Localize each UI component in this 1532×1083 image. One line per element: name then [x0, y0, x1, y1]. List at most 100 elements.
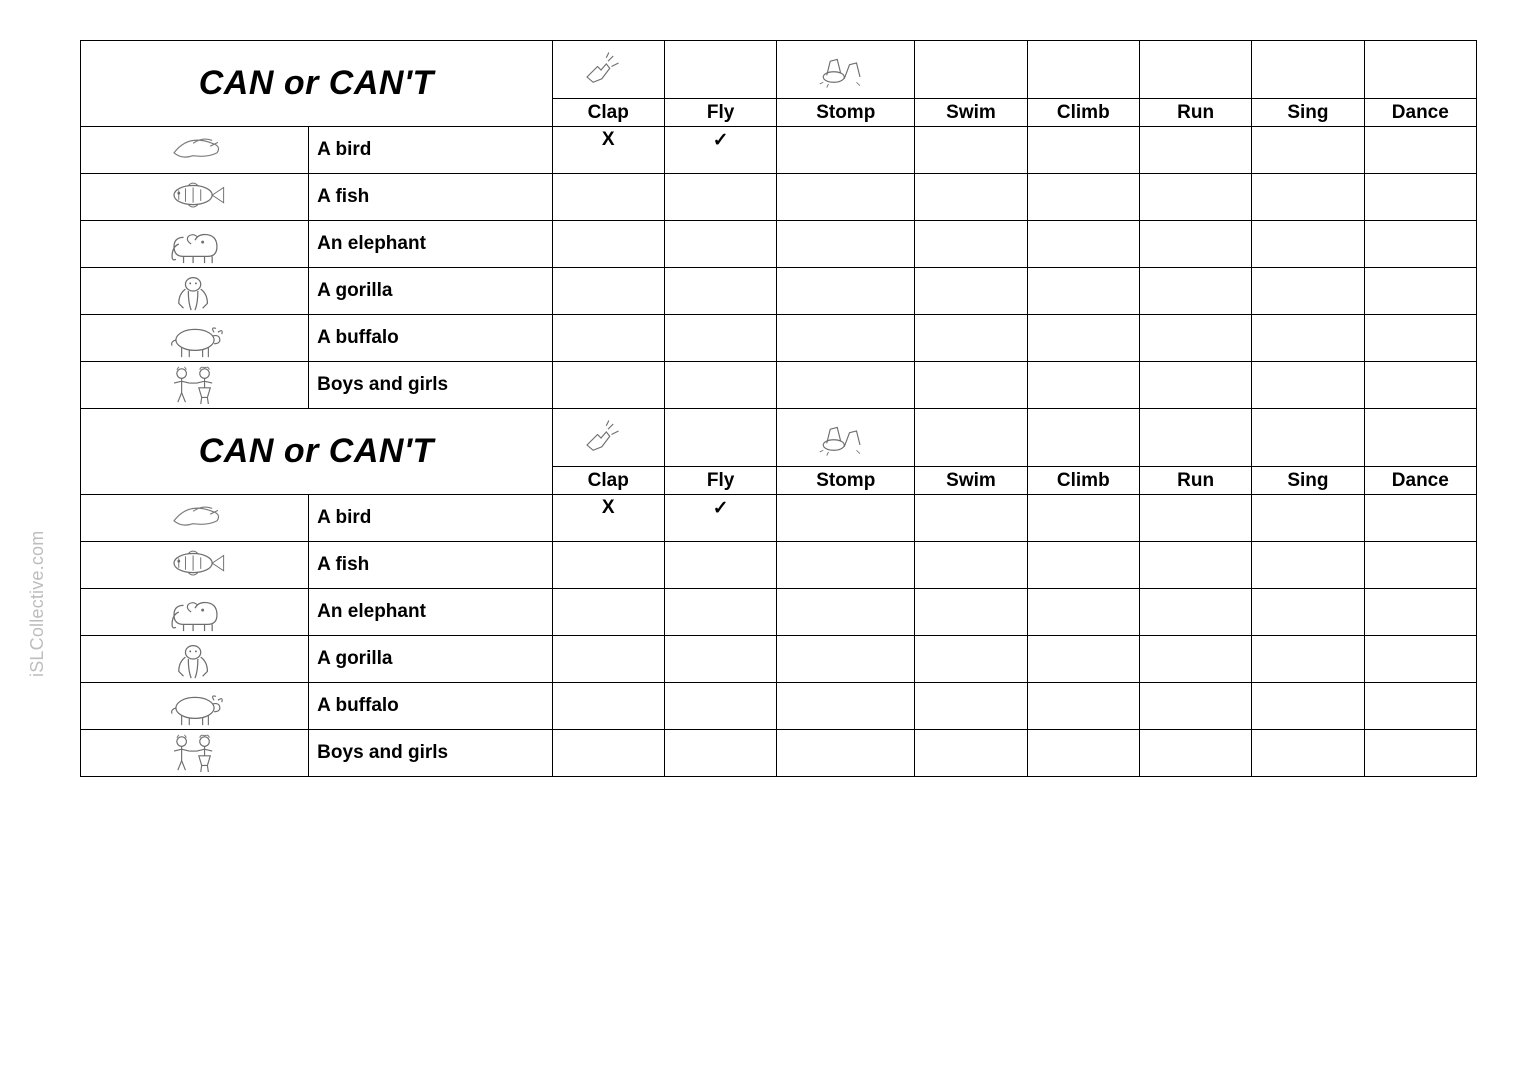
answer-cell[interactable] [1364, 127, 1476, 174]
answer-cell[interactable] [1027, 174, 1139, 221]
answer-cell[interactable] [1139, 174, 1251, 221]
answer-cell[interactable] [664, 542, 776, 589]
answer-cell[interactable] [1027, 268, 1139, 315]
answer-cell[interactable] [1027, 315, 1139, 362]
answer-cell[interactable]: X [552, 127, 664, 174]
answer-cell[interactable] [915, 127, 1027, 174]
answer-cell[interactable] [552, 730, 664, 777]
answer-cell[interactable] [777, 730, 915, 777]
answer-cell[interactable] [777, 542, 915, 589]
answer-cell[interactable] [1139, 683, 1251, 730]
answer-cell[interactable] [552, 542, 664, 589]
answer-cell[interactable] [1252, 495, 1364, 542]
answer-cell[interactable] [552, 268, 664, 315]
answer-cell[interactable] [552, 174, 664, 221]
answer-cell[interactable] [777, 221, 915, 268]
answer-cell[interactable] [552, 636, 664, 683]
answer-cell[interactable] [552, 221, 664, 268]
answer-cell[interactable] [1139, 495, 1251, 542]
answer-cell[interactable] [1364, 542, 1476, 589]
answer-cell[interactable] [915, 221, 1027, 268]
answer-cell[interactable] [1139, 127, 1251, 174]
answer-cell[interactable] [1027, 636, 1139, 683]
answer-cell[interactable] [1252, 589, 1364, 636]
answer-cell[interactable] [1252, 174, 1364, 221]
answer-cell[interactable] [1027, 730, 1139, 777]
answer-cell[interactable] [1252, 542, 1364, 589]
answer-cell[interactable] [777, 495, 915, 542]
answer-cell[interactable] [664, 174, 776, 221]
answer-cell[interactable] [552, 683, 664, 730]
answer-cell[interactable]: X [552, 495, 664, 542]
answer-cell[interactable] [915, 495, 1027, 542]
action-icon-cell [552, 409, 664, 467]
answer-cell[interactable]: ✓ [664, 495, 776, 542]
answer-cell[interactable] [915, 542, 1027, 589]
answer-cell[interactable] [1252, 636, 1364, 683]
answer-cell[interactable] [1027, 127, 1139, 174]
answer-cell[interactable] [552, 589, 664, 636]
answer-cell[interactable] [664, 589, 776, 636]
answer-cell[interactable] [777, 268, 915, 315]
answer-cell[interactable] [915, 315, 1027, 362]
answer-cell[interactable] [1364, 174, 1476, 221]
answer-cell[interactable] [1027, 362, 1139, 409]
answer-cell[interactable] [552, 362, 664, 409]
answer-cell[interactable] [1252, 683, 1364, 730]
answer-cell[interactable] [1139, 268, 1251, 315]
answer-cell[interactable] [777, 636, 915, 683]
table-row: Boys and girls [81, 730, 1477, 777]
answer-cell[interactable] [777, 683, 915, 730]
answer-cell[interactable] [552, 315, 664, 362]
answer-cell[interactable] [1027, 495, 1139, 542]
answer-cell[interactable] [1027, 589, 1139, 636]
answer-cell[interactable] [664, 636, 776, 683]
answer-cell[interactable] [915, 636, 1027, 683]
answer-cell[interactable] [1252, 221, 1364, 268]
answer-cell[interactable] [915, 174, 1027, 221]
answer-cell[interactable] [777, 174, 915, 221]
answer-cell[interactable] [777, 362, 915, 409]
action-icon-cell [552, 41, 664, 99]
answer-cell[interactable] [1139, 589, 1251, 636]
answer-cell[interactable] [915, 362, 1027, 409]
answer-cell[interactable] [1364, 495, 1476, 542]
answer-cell[interactable] [1027, 221, 1139, 268]
answer-cell[interactable] [1139, 542, 1251, 589]
answer-cell[interactable] [1364, 362, 1476, 409]
answer-cell[interactable] [1364, 683, 1476, 730]
answer-cell[interactable] [1139, 315, 1251, 362]
answer-cell[interactable] [1252, 268, 1364, 315]
answer-cell[interactable] [664, 268, 776, 315]
answer-cell[interactable] [664, 362, 776, 409]
answer-cell[interactable] [664, 221, 776, 268]
answer-cell[interactable] [1364, 589, 1476, 636]
answer-cell[interactable] [1252, 362, 1364, 409]
answer-cell[interactable] [1139, 636, 1251, 683]
answer-cell[interactable] [1364, 730, 1476, 777]
animal-name: A bird [309, 495, 552, 542]
answer-cell[interactable] [915, 589, 1027, 636]
answer-cell[interactable] [1364, 221, 1476, 268]
answer-cell[interactable] [1252, 730, 1364, 777]
answer-cell[interactable] [1027, 683, 1139, 730]
answer-cell[interactable] [777, 589, 915, 636]
answer-cell[interactable] [915, 268, 1027, 315]
answer-cell[interactable] [1364, 315, 1476, 362]
answer-cell[interactable] [1139, 221, 1251, 268]
answer-cell[interactable] [664, 683, 776, 730]
answer-cell[interactable] [1364, 268, 1476, 315]
answer-cell[interactable]: ✓ [664, 127, 776, 174]
answer-cell[interactable] [1252, 315, 1364, 362]
answer-cell[interactable] [1139, 362, 1251, 409]
answer-cell[interactable] [1252, 127, 1364, 174]
answer-cell[interactable] [1139, 730, 1251, 777]
answer-cell[interactable] [915, 683, 1027, 730]
answer-cell[interactable] [1027, 542, 1139, 589]
answer-cell[interactable] [664, 315, 776, 362]
answer-cell[interactable] [777, 315, 915, 362]
answer-cell[interactable] [1364, 636, 1476, 683]
answer-cell[interactable] [664, 730, 776, 777]
answer-cell[interactable] [915, 730, 1027, 777]
answer-cell[interactable] [777, 127, 915, 174]
